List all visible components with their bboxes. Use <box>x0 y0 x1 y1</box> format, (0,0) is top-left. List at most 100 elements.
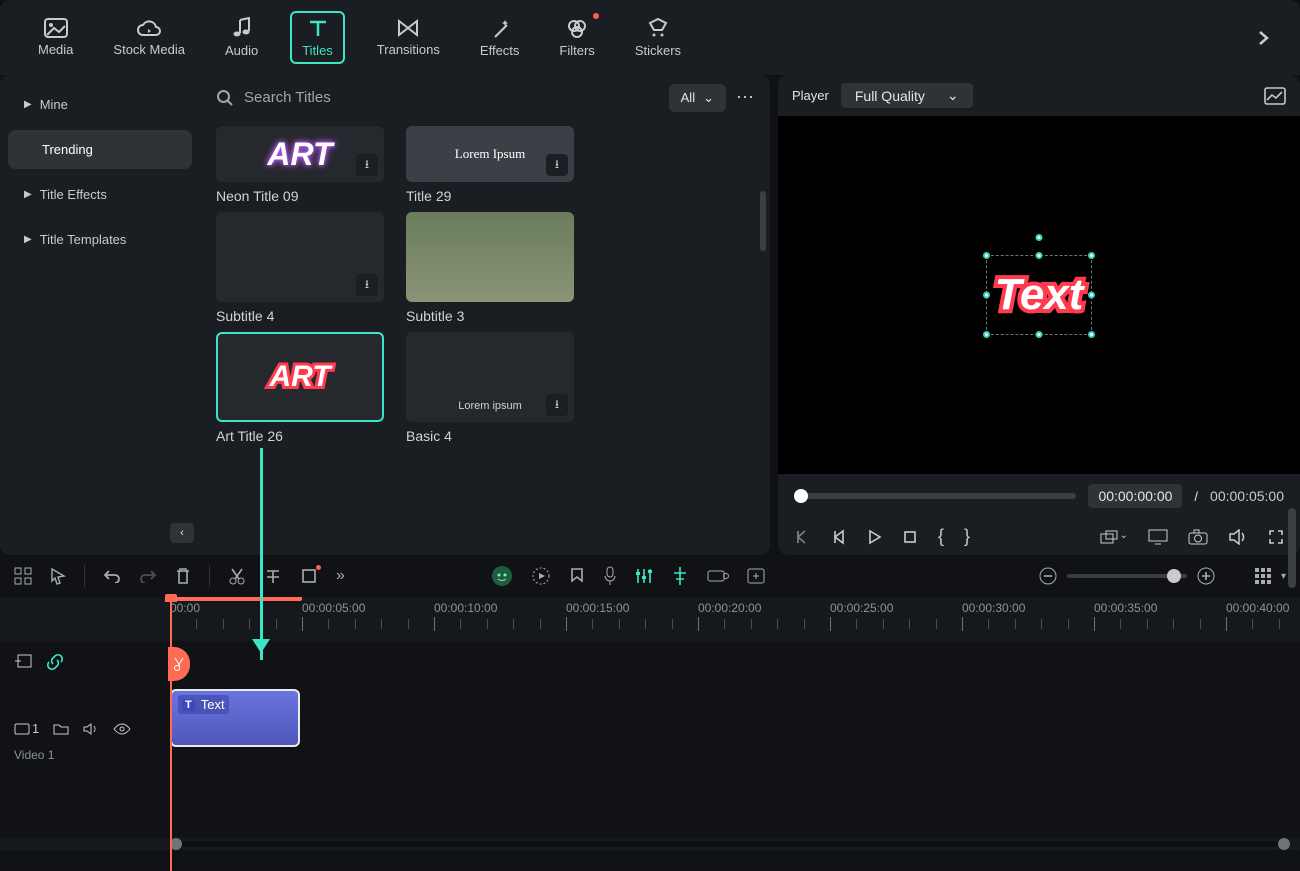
scrub-bar[interactable] <box>794 493 1076 499</box>
library-scrollbar[interactable] <box>760 191 766 251</box>
fullscreen-button[interactable] <box>1268 529 1284 545</box>
folder-icon[interactable] <box>53 722 69 736</box>
stop-button[interactable] <box>902 529 918 545</box>
timeline-clip-text[interactable]: TText <box>170 689 300 747</box>
resize-handle[interactable] <box>1088 292 1095 299</box>
library-content: All⌄ ⋯ ART⭳ Neon Title 09 Lorem Ipsum⭳ T… <box>200 75 770 555</box>
music-icon <box>232 17 252 39</box>
mixer-button[interactable] <box>635 567 653 585</box>
sidebar-item-trending[interactable]: Trending <box>8 130 192 169</box>
playhead[interactable] <box>170 597 172 871</box>
download-icon[interactable]: ⭳ <box>546 394 568 416</box>
track-lanes[interactable]: TText <box>170 641 1300 838</box>
sidebar-item-title-effects[interactable]: ▶Title Effects <box>8 175 192 214</box>
align-button[interactable] <box>671 566 689 586</box>
text-tool-button[interactable] <box>264 567 282 585</box>
download-icon[interactable]: ⭳ <box>356 274 378 296</box>
cursor-button[interactable] <box>50 567 66 585</box>
tab-stock-media[interactable]: Stock Media <box>105 12 193 63</box>
more-tools-button[interactable]: » <box>336 567 345 585</box>
timeline-vscroll[interactable] <box>1288 508 1296 588</box>
thumb-title-29[interactable]: Lorem Ipsum⭳ <box>406 126 574 182</box>
resize-handle[interactable] <box>1036 252 1043 259</box>
sidebar-item-mine[interactable]: ▶Mine <box>8 85 192 124</box>
mute-button[interactable] <box>83 722 99 736</box>
add-track-button[interactable] <box>14 653 32 671</box>
grid-view-button[interactable] <box>14 567 32 585</box>
thumb-subtitle-4[interactable]: ⭳ <box>216 212 384 302</box>
transition-icon <box>396 18 420 38</box>
thumb-subtitle-3[interactable] <box>406 212 574 302</box>
camera-button[interactable] <box>1188 529 1208 545</box>
mic-button[interactable] <box>603 566 617 586</box>
timeline-hscroll[interactable] <box>0 838 1300 850</box>
guide-arrow <box>260 448 263 660</box>
visibility-button[interactable] <box>113 723 131 735</box>
mark-out-button[interactable]: } <box>964 526 970 547</box>
text-clip-icon: T <box>182 699 195 711</box>
tab-effects[interactable]: Effects <box>472 11 528 64</box>
resize-handle[interactable] <box>1036 331 1043 338</box>
link-button[interactable] <box>46 653 64 671</box>
more-menu-button[interactable]: ⋯ <box>736 87 754 108</box>
tab-media[interactable]: Media <box>30 12 81 63</box>
tab-label: Effects <box>480 43 520 58</box>
crop-button[interactable] <box>300 567 318 585</box>
redo-button[interactable] <box>139 569 157 583</box>
rotate-handle[interactable] <box>1036 234 1043 241</box>
zoom-slider[interactable] <box>1067 574 1187 578</box>
resize-handle[interactable] <box>1088 331 1095 338</box>
tab-titles[interactable]: Titles <box>290 11 345 64</box>
search-filter-dropdown[interactable]: All⌄ <box>669 84 726 112</box>
split-button[interactable] <box>228 567 246 585</box>
display-button[interactable] <box>1148 529 1168 545</box>
track-view-button[interactable] <box>1255 568 1271 584</box>
tabs-more-icon[interactable] <box>1256 29 1270 47</box>
scrub-knob[interactable] <box>794 489 808 503</box>
resize-handle[interactable] <box>983 252 990 259</box>
selection-box[interactable]: Text <box>986 255 1093 335</box>
track-label: Video 1 <box>8 744 162 766</box>
collapse-sidebar-button[interactable]: ‹ <box>170 523 194 543</box>
tab-stickers[interactable]: Stickers <box>627 11 689 64</box>
snapshot-icon[interactable] <box>1264 87 1286 105</box>
tab-audio[interactable]: Audio <box>217 11 266 64</box>
zoom-out-button[interactable] <box>1039 567 1057 585</box>
media-icon <box>44 18 68 38</box>
step-back-button[interactable] <box>830 529 846 545</box>
thumb-basic-4[interactable]: Lorem ipsum⭳ <box>406 332 574 422</box>
download-icon[interactable]: ⭳ <box>356 154 378 176</box>
tab-transitions[interactable]: Transitions <box>369 12 448 63</box>
object-track-button[interactable] <box>707 568 729 584</box>
text-icon <box>307 17 329 39</box>
player-canvas[interactable]: Text <box>778 116 1300 474</box>
resize-handle[interactable] <box>983 292 990 299</box>
thumb-art-title-26[interactable]: ART <box>216 332 384 422</box>
player-panel: Player Full Quality⌄ Text <box>778 75 1300 555</box>
zoom-in-button[interactable] <box>1197 567 1215 585</box>
aspect-button[interactable]: ⌄ <box>1100 530 1128 544</box>
scroll-thumb[interactable] <box>1278 838 1290 850</box>
download-icon[interactable]: ⭳ <box>546 154 568 176</box>
search-input[interactable] <box>244 83 659 112</box>
thumb-neon-title-09[interactable]: ART⭳ <box>216 126 384 182</box>
mark-in-button[interactable]: { <box>938 526 944 547</box>
delete-button[interactable] <box>175 567 191 585</box>
ai-button[interactable] <box>491 565 513 587</box>
resize-handle[interactable] <box>983 331 990 338</box>
sidebar-item-title-templates[interactable]: ▶Title Templates <box>8 220 192 259</box>
prev-frame-button[interactable] <box>794 529 810 545</box>
resize-handle[interactable] <box>1088 252 1095 259</box>
speed-button[interactable] <box>531 566 551 586</box>
tab-filters[interactable]: Filters <box>551 11 602 64</box>
volume-button[interactable] <box>1228 529 1248 545</box>
zoom-knob[interactable] <box>1167 569 1181 583</box>
sticker-icon <box>647 17 669 39</box>
keyframe-button[interactable] <box>747 568 765 584</box>
timeline-ruler[interactable]: 00:0000:00:05:0000:00:10:0000:00:15:0000… <box>0 597 1300 641</box>
undo-button[interactable] <box>103 569 121 583</box>
marker-button[interactable] <box>569 567 585 585</box>
quality-dropdown[interactable]: Full Quality⌄ <box>841 83 973 108</box>
play-button[interactable] <box>866 529 882 545</box>
dropdown-icon[interactable]: ▾ <box>1281 571 1286 582</box>
